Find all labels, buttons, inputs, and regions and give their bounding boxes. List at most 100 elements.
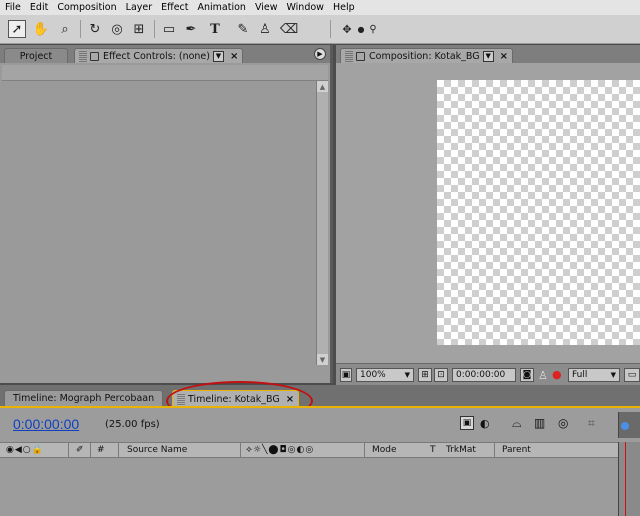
column-mode[interactable]: Mode	[372, 445, 397, 455]
brush-tool-icon[interactable]: ✎	[234, 20, 252, 38]
drag-grip-icon[interactable]	[345, 50, 353, 62]
frame-rate-label: (25.00 fps)	[105, 419, 160, 430]
current-time-display[interactable]: 0:00:00:00	[13, 416, 79, 432]
timeline-panel: 0:00:00:00 (25.00 fps) ▣ ◐ ⌓ ▥ ◎ ⌗ ◉◀○🔒 …	[0, 406, 640, 516]
panel-menu-icon[interactable]: ▶	[314, 48, 326, 60]
zoom-tool-icon[interactable]: ⌕	[56, 20, 74, 38]
zoom-value: 100%	[360, 370, 386, 380]
timeline-header: 0:00:00:00 (25.00 fps) ▣ ◐ ⌓ ▥ ◎ ⌗	[0, 408, 640, 442]
graph-editor-icon[interactable]: ⌗	[588, 416, 595, 431]
motion-blur-icon[interactable]: ◎	[558, 416, 568, 430]
resolution-select[interactable]: Full ▼	[568, 368, 620, 382]
show-snapshot-icon[interactable]: ♙	[538, 369, 548, 382]
scroll-up-icon[interactable]: ▲	[317, 81, 328, 92]
timeline-column-header: ◉◀○🔒 ✐ # Source Name ⟡☼╲⬤◘◎◐◎ Mode T Trk…	[0, 442, 618, 458]
tool-separator	[330, 20, 331, 38]
lock-icon[interactable]	[356, 51, 365, 61]
project-panel: Project Effect Controls: (none) ▼ × ▶ ▲ …	[0, 45, 333, 383]
av-features-icons[interactable]: ◉◀○🔒	[6, 445, 44, 455]
menu-bar: File Edit Composition Layer Effect Anima…	[0, 0, 640, 15]
scroll-down-icon[interactable]: ▼	[317, 354, 328, 365]
chevron-down-icon: ▼	[610, 371, 616, 379]
column-divider	[364, 443, 365, 457]
composition-canvas[interactable]	[437, 80, 640, 345]
column-divider	[494, 443, 495, 457]
comp-mini-flowchart-icon[interactable]: ▣	[460, 416, 474, 430]
tab-timeline-mograph[interactable]: Timeline: Mograph Percobaan	[4, 390, 164, 406]
selection-tool-icon[interactable]: ➚	[8, 20, 26, 38]
mask-toggle-icon[interactable]: ⊡	[434, 368, 448, 382]
column-divider	[90, 443, 91, 457]
comp-timecode: 0:00:00:00	[456, 370, 506, 380]
tab-effect-controls[interactable]: Effect Controls: (none) ▼ ×	[74, 48, 244, 63]
composition-tab-bar: Composition: Kotak_BG ▼ ×	[336, 45, 640, 63]
time-indicator-head-icon[interactable]	[621, 422, 629, 430]
tool-separator	[80, 20, 81, 38]
column-number[interactable]: #	[97, 445, 105, 455]
tab-composition[interactable]: Composition: Kotak_BG ▼ ×	[340, 48, 514, 63]
project-tab-bar: Project Effect Controls: (none) ▼ × ▶	[0, 45, 330, 63]
tools-panel: ➚ ✋ ⌕ ↻ ◎ ⊞ ▭ ✒ T ✎ ♙ ⌫ ✥ ● ⚲	[0, 15, 640, 44]
resolution-value: Full	[572, 370, 588, 380]
eraser-tool-icon[interactable]: ⌫	[280, 20, 298, 38]
chevron-down-icon[interactable]: ▼	[482, 50, 494, 62]
effect-controls-header	[2, 65, 328, 81]
timeline-graph-area[interactable]	[618, 442, 640, 516]
hand-tool-icon[interactable]: ✋	[32, 20, 50, 38]
menu-animation[interactable]: Animation	[193, 2, 250, 13]
always-preview-icon[interactable]: ▣	[340, 368, 352, 382]
column-divider	[68, 443, 69, 457]
pen-tool-icon[interactable]: ✒	[182, 20, 200, 38]
timeline-tab-bar: Timeline: Mograph Percobaan Timeline: Ko…	[0, 385, 640, 407]
zoom-select[interactable]: 100% ▼	[356, 368, 414, 382]
close-icon[interactable]: ×	[500, 51, 508, 62]
draft-3d-icon[interactable]: ⌓	[512, 416, 522, 431]
safe-zones-icon[interactable]: ⊞	[418, 368, 432, 382]
region-of-interest-icon[interactable]: ▭	[624, 368, 640, 382]
snapshot-icon[interactable]: ◙	[520, 368, 534, 382]
column-parent[interactable]: Parent	[502, 445, 531, 455]
rgb-channels-icon[interactable]: ●	[552, 368, 562, 381]
menu-composition[interactable]: Composition	[52, 2, 120, 13]
menu-window[interactable]: Window	[281, 2, 327, 13]
column-trkmat[interactable]: TrkMat	[446, 445, 476, 455]
rectangle-mask-tool-icon[interactable]: ▭	[160, 20, 178, 38]
column-divider	[240, 443, 241, 457]
type-tool-icon[interactable]: T	[206, 20, 224, 38]
orbit-camera-tool-icon[interactable]: ◎	[108, 20, 126, 38]
close-icon[interactable]: ×	[286, 394, 294, 405]
layer-switches-icons[interactable]: ⟡☼╲⬤◘◎◐◎	[246, 445, 314, 455]
tab-composition-label: Composition: Kotak_BG	[369, 50, 480, 62]
column-source-name[interactable]: Source Name	[127, 445, 187, 455]
menu-help[interactable]: Help	[328, 2, 359, 13]
rotate-tool-icon[interactable]: ↻	[86, 20, 104, 38]
menu-layer[interactable]: Layer	[121, 2, 157, 13]
drag-grip-icon[interactable]	[79, 50, 87, 62]
timecode-field[interactable]: 0:00:00:00	[452, 368, 516, 382]
composition-footer: ▣ 100% ▼ ⊞ ⊡ 0:00:00:00 ◙ ♙ ● Full ▼ ▭	[336, 363, 640, 385]
pan-behind-tool-icon[interactable]: ⊞	[130, 20, 148, 38]
frame-blending-icon[interactable]: ▥	[534, 416, 545, 430]
close-icon[interactable]: ×	[230, 51, 238, 62]
live-update-icon[interactable]: ◐	[480, 417, 490, 430]
clone-stamp-tool-icon[interactable]: ♙	[256, 20, 274, 38]
menu-effect[interactable]: Effect	[156, 2, 192, 13]
tab-timeline-kotak-bg-label: Timeline: Kotak_BG	[188, 393, 280, 405]
tab-effect-controls-label: Effect Controls: (none)	[103, 50, 210, 62]
drag-grip-icon[interactable]	[177, 393, 185, 405]
column-divider	[118, 443, 119, 457]
current-time-indicator-line[interactable]	[625, 442, 626, 516]
column-t[interactable]: T	[430, 445, 436, 455]
label-color-icon[interactable]: ✐	[76, 445, 84, 455]
tab-project[interactable]: Project	[4, 48, 68, 63]
chevron-down-icon[interactable]: ▼	[212, 50, 224, 62]
tool-separator	[154, 20, 155, 38]
menu-view[interactable]: View	[250, 2, 282, 13]
view-axis-mode-icon[interactable]: ⚲	[364, 20, 382, 38]
time-ruler[interactable]	[618, 412, 640, 438]
scrollbar[interactable]: ▲ ▼	[316, 81, 328, 365]
menu-edit[interactable]: Edit	[25, 2, 52, 13]
lock-icon[interactable]	[90, 51, 99, 61]
menu-file[interactable]: File	[0, 2, 25, 13]
tab-timeline-kotak-bg[interactable]: Timeline: Kotak_BG ×	[172, 390, 300, 407]
